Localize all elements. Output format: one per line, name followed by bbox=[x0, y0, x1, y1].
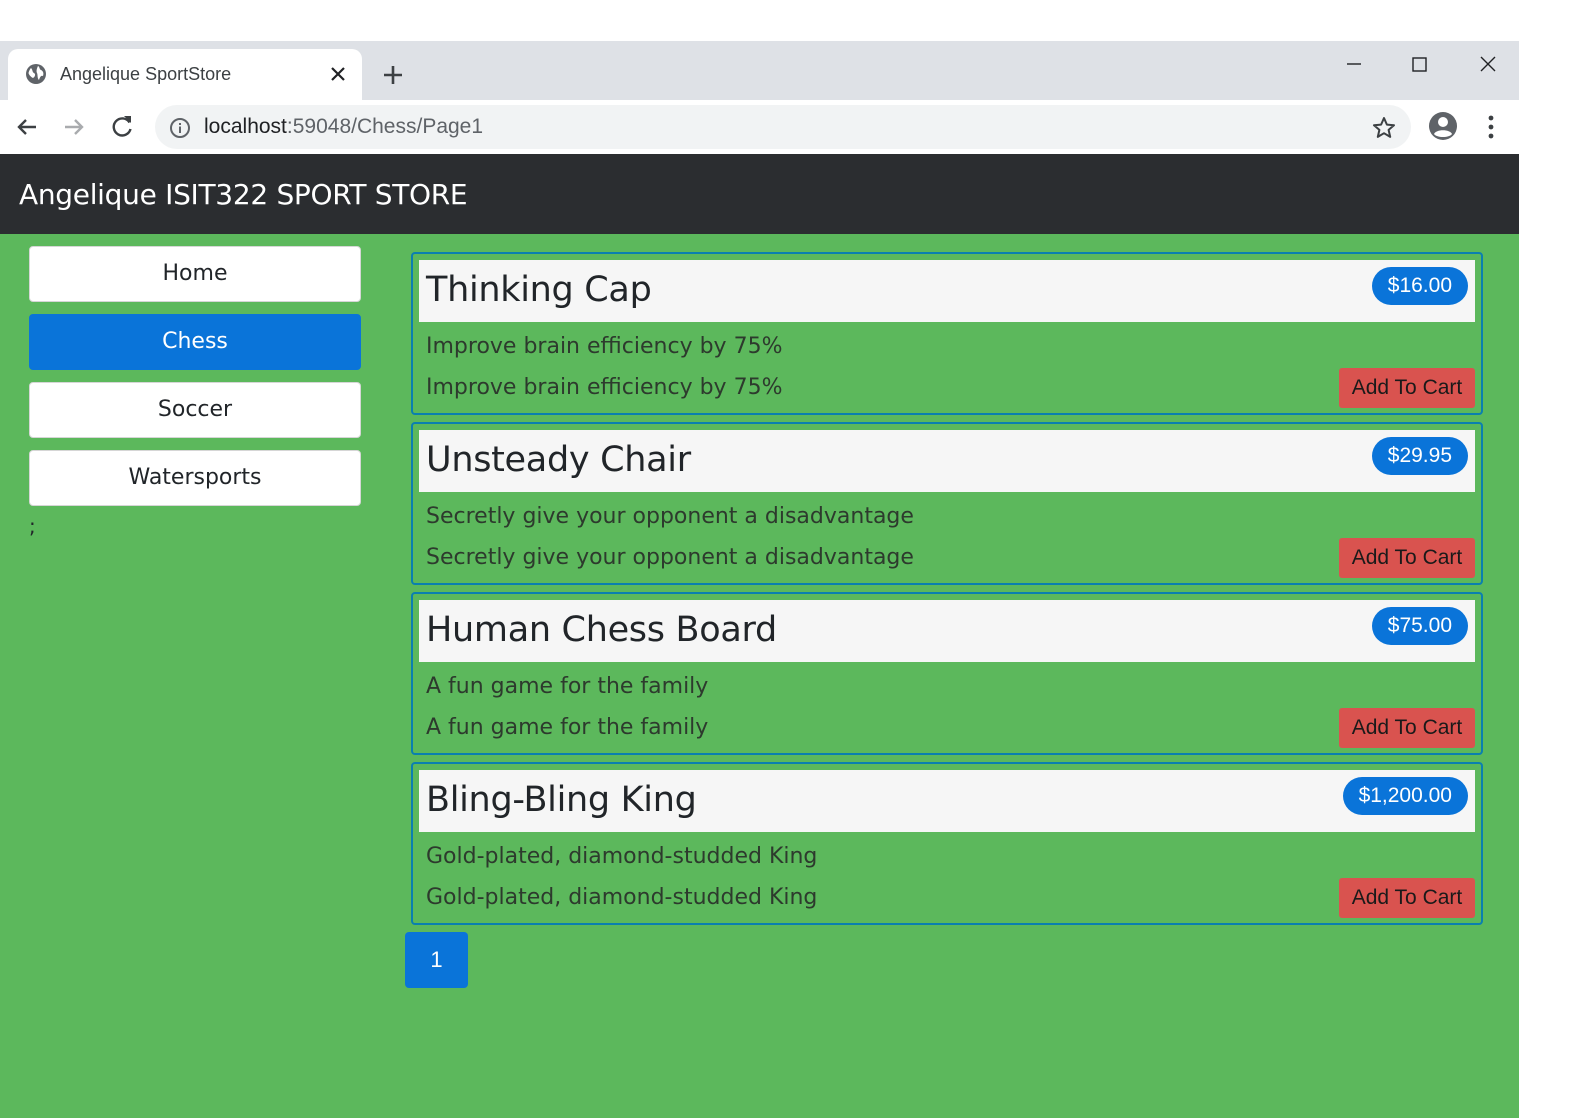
kebab-menu-icon[interactable] bbox=[1478, 112, 1504, 142]
category-watersports-button[interactable]: Watersports bbox=[29, 450, 361, 506]
pagination: 1 bbox=[405, 932, 468, 988]
category-chess-button[interactable]: Chess bbox=[29, 314, 361, 370]
new-tab-plus-icon[interactable] bbox=[380, 62, 406, 88]
url-text: localhost:59048/Chess/Page1 bbox=[204, 115, 483, 139]
add-to-cart-button[interactable]: Add To Cart bbox=[1339, 538, 1475, 578]
add-to-cart-button[interactable]: Add To Cart bbox=[1339, 878, 1475, 918]
product-header: Bling-Bling King $1,200.00 bbox=[419, 770, 1475, 832]
product-description: Gold-plated, diamond-studded King bbox=[426, 885, 818, 910]
globe-icon bbox=[25, 63, 47, 85]
product-description: Secretly give your opponent a disadvanta… bbox=[426, 545, 914, 570]
site-navbar: Angelique ISIT322 SPORT STORE bbox=[0, 154, 1519, 234]
forward-arrow-icon[interactable] bbox=[59, 112, 89, 142]
product-name: Unsteady Chair bbox=[426, 440, 691, 480]
product-card: Thinking Cap $16.00 Improve brain effici… bbox=[411, 252, 1483, 415]
product-card: Unsteady Chair $29.95 Secretly give your… bbox=[411, 422, 1483, 585]
price-badge: $29.95 bbox=[1371, 437, 1468, 475]
close-tab-icon[interactable] bbox=[328, 64, 348, 84]
product-card: Human Chess Board $75.00 A fun game for … bbox=[411, 592, 1483, 755]
profile-avatar-icon[interactable] bbox=[1427, 110, 1459, 142]
address-bar[interactable]: localhost:59048/Chess/Page1 bbox=[155, 105, 1411, 149]
back-arrow-icon[interactable] bbox=[12, 112, 42, 142]
browser-tab[interactable]: Angelique SportStore bbox=[8, 49, 362, 100]
category-sidebar: Home Chess Soccer Watersports ; bbox=[29, 246, 361, 538]
product-description: A fun game for the family bbox=[426, 674, 709, 699]
tab-title: Angelique SportStore bbox=[60, 64, 232, 84]
site-brand[interactable]: Angelique ISIT322 SPORT STORE bbox=[19, 178, 468, 212]
price-badge: $16.00 bbox=[1371, 267, 1468, 305]
product-name: Bling-Bling King bbox=[426, 780, 697, 820]
stray-text: ; bbox=[29, 514, 36, 538]
product-list: Thinking Cap $16.00 Improve brain effici… bbox=[411, 252, 1483, 932]
category-soccer-button[interactable]: Soccer bbox=[29, 382, 361, 438]
star-icon[interactable] bbox=[1371, 115, 1397, 141]
tab-strip: Angelique SportStore bbox=[0, 41, 1519, 100]
product-header: Unsteady Chair $29.95 bbox=[419, 430, 1475, 492]
reload-icon[interactable] bbox=[107, 112, 137, 142]
product-card: Bling-Bling King $1,200.00 Gold-plated, … bbox=[411, 762, 1483, 925]
price-badge: $1,200.00 bbox=[1342, 777, 1468, 815]
add-to-cart-button[interactable]: Add To Cart bbox=[1339, 708, 1475, 748]
price-badge: $75.00 bbox=[1371, 607, 1468, 645]
add-to-cart-button[interactable]: Add To Cart bbox=[1339, 368, 1475, 408]
product-description: A fun game for the family bbox=[426, 715, 709, 740]
category-home-button[interactable]: Home bbox=[29, 246, 361, 302]
info-icon[interactable] bbox=[169, 117, 191, 139]
product-header: Human Chess Board $75.00 bbox=[419, 600, 1475, 662]
maximize-icon[interactable] bbox=[1403, 47, 1437, 81]
product-header: Thinking Cap $16.00 bbox=[419, 260, 1475, 322]
product-name: Human Chess Board bbox=[426, 610, 777, 650]
page-1-button[interactable]: 1 bbox=[405, 932, 468, 988]
product-description: Improve brain efficiency by 75% bbox=[426, 375, 783, 400]
url-host: localhost bbox=[204, 115, 287, 138]
window-close-icon[interactable] bbox=[1471, 47, 1505, 81]
product-name: Thinking Cap bbox=[426, 270, 652, 310]
product-description: Improve brain efficiency by 75% bbox=[426, 334, 783, 359]
minimize-icon[interactable] bbox=[1337, 47, 1371, 81]
product-description: Secretly give your opponent a disadvanta… bbox=[426, 504, 914, 529]
browser-toolbar: localhost:59048/Chess/Page1 bbox=[0, 100, 1519, 154]
url-path: :59048/Chess/Page1 bbox=[286, 115, 484, 138]
product-description: Gold-plated, diamond-studded King bbox=[426, 844, 818, 869]
